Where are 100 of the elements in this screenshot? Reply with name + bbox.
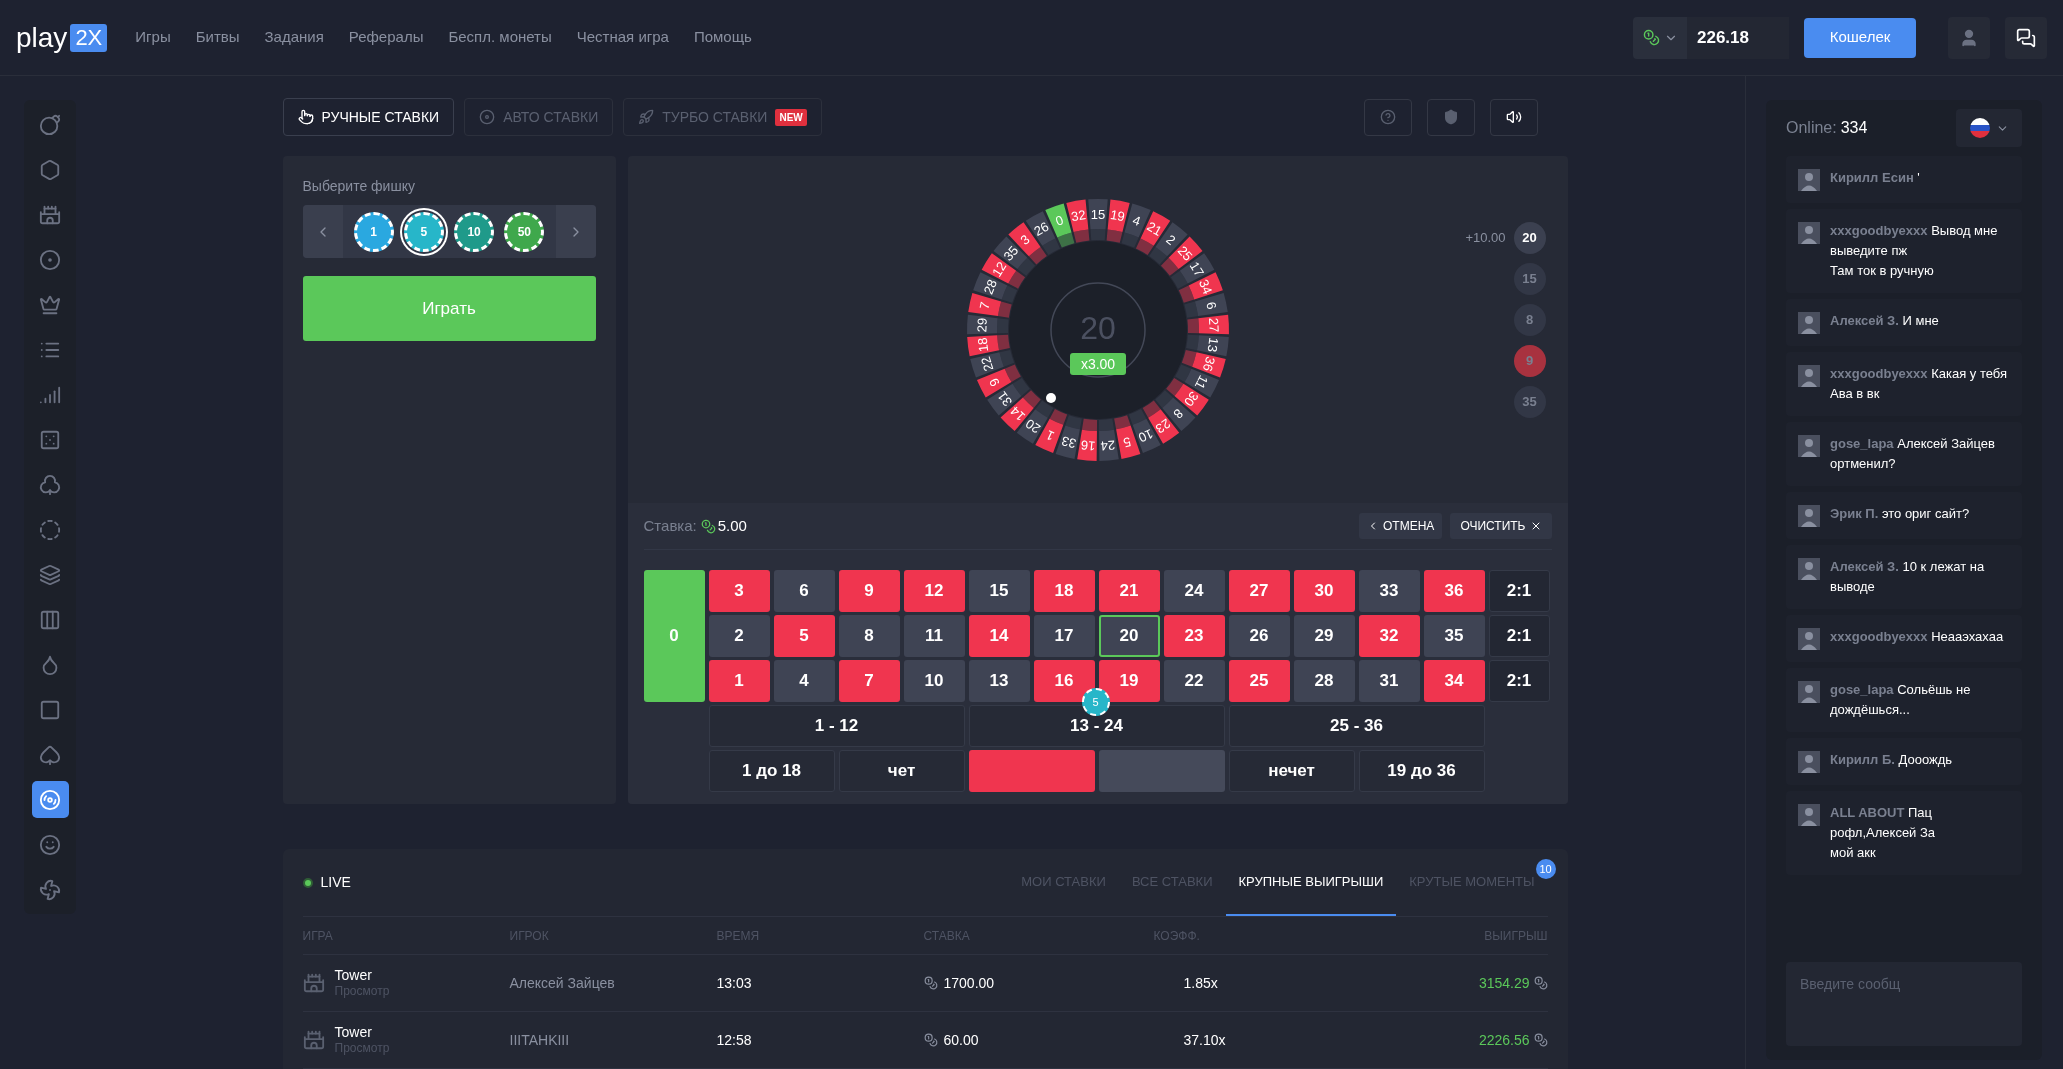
number-cell[interactable]: 29 (1293, 615, 1355, 657)
number-cell[interactable]: 2 (708, 615, 770, 657)
number-cell[interactable]: 25 (1228, 660, 1290, 702)
live-tab[interactable]: КРУПНЫЕ ВЫИГРЫШИ (1225, 849, 1397, 916)
wheel-number: 27 (1205, 317, 1222, 333)
number-cell[interactable]: 20 (1098, 615, 1160, 657)
clear-button[interactable]: ОЧИСТИТЬ (1450, 513, 1552, 539)
wheel-number: 4 (1130, 211, 1143, 229)
bet-cell-text: 60.00 (943, 1030, 979, 1050)
balance-amount: 226.18 (1687, 16, 1789, 59)
win-cell-text: 3154.29 (1478, 973, 1530, 993)
player-name: Алексей Зайцев (509, 973, 616, 993)
chip[interactable]: 1 (353, 211, 394, 252)
outside-bet-cell[interactable]: нечет (1228, 750, 1355, 792)
undo-button[interactable]: ОТМЕНА (1359, 513, 1443, 539)
bet-amount: 5.00 (717, 515, 747, 536)
wheel-number: 24 (1099, 437, 1116, 454)
wheel-number: 32 (1069, 206, 1087, 224)
number-cell[interactable]: 17 (1033, 615, 1095, 657)
nav-link[interactable]: Беспл. монеты (448, 26, 552, 49)
nav-link[interactable]: Задания (264, 26, 324, 49)
number-cell[interactable]: 10 (903, 660, 965, 702)
number-cell[interactable]: 21 (1098, 570, 1160, 612)
win-cell-text: 2226.56 (1478, 1030, 1530, 1050)
wallet-button[interactable]: Кошелек (1804, 17, 1916, 58)
history-result: 15 (1513, 263, 1546, 295)
number-cell[interactable]: 26 (1228, 615, 1290, 657)
number-cell[interactable]: 3 (708, 570, 770, 612)
number-cell[interactable]: 15 (968, 570, 1030, 612)
wheel-number: 16 (1079, 437, 1096, 454)
live-label: LIVE (320, 873, 351, 892)
logo-text: play (16, 23, 68, 52)
outside-bet-cell[interactable]: 19 до 36 (1358, 750, 1485, 792)
number-cell[interactable]: 14 (968, 615, 1030, 657)
number-cell[interactable]: 22 (1163, 660, 1225, 702)
wheel-number: 3 (1017, 231, 1033, 248)
bet-cell-text: 1700.00 (943, 973, 995, 993)
number-cell[interactable]: 23 (1163, 615, 1225, 657)
game-name: Tower (334, 1023, 373, 1042)
wheel-number: 19 (1108, 206, 1126, 224)
number-cell[interactable]: 11 (903, 615, 965, 657)
number-cell[interactable]: 13 (968, 660, 1030, 702)
mode-tab[interactable]: РУЧНЫЕ СТАВКИ (282, 98, 455, 136)
wheel-number: 31 (993, 388, 1015, 409)
column-bet-cell[interactable]: 2:1 (1488, 615, 1550, 657)
number-cell[interactable]: 8 (838, 615, 900, 657)
mode-tab[interactable]: ТУРБО СТАВКИ NEW (623, 98, 822, 136)
wheel-number: 21 (1144, 218, 1165, 239)
number-cell[interactable]: 27 (1228, 570, 1290, 612)
time-cell-text: 12:58 (716, 1030, 753, 1050)
number-cell[interactable]: 1 (708, 660, 770, 702)
number-cell[interactable]: 24 (1163, 570, 1225, 612)
number-cell[interactable]: 33 (1358, 570, 1420, 612)
nav-link[interactable]: Игры (135, 26, 171, 49)
number-cell[interactable]: 36 (1423, 570, 1485, 612)
outside-bet-cell[interactable]: чет (838, 750, 965, 792)
column-bet-cell[interactable]: 2:1 (1488, 570, 1550, 612)
number-cell[interactable]: 12 (903, 570, 965, 612)
game-name: Tower (334, 966, 373, 985)
new-badge: NEW (775, 108, 807, 126)
outside-bet-cell[interactable]: 1 до 18 (708, 750, 835, 792)
dozen-bet-cell[interactable]: 13 - 24 (968, 705, 1225, 747)
wheel-number: 0 (1052, 211, 1065, 229)
number-cell[interactable]: 19 (1098, 660, 1160, 702)
wheel-number: 9 (985, 375, 1003, 389)
nav-link[interactable]: Честная игра (576, 26, 669, 49)
column-bet-cell[interactable]: 2:1 (1488, 660, 1550, 702)
message-text: xxxgoodbyexxx Неааэхахаа (1830, 628, 2004, 646)
number-cell[interactable]: 4 (773, 660, 835, 702)
message-text: xxxgoodbyexxx Какая у тебя Ава в вк (1830, 365, 2009, 403)
dozen-bet-cell[interactable]: 1 - 12 (708, 705, 965, 747)
number-cell[interactable]: 30 (1293, 570, 1355, 612)
message-input[interactable]: Введите сообщ (1786, 962, 2022, 1046)
number-cell[interactable]: 31 (1358, 660, 1420, 702)
wheel-number: 12 (988, 258, 1009, 279)
history-result: 9 (1513, 345, 1546, 377)
wheel-number: 26 (1030, 218, 1051, 239)
dozen-bet-cell[interactable]: 25 - 36 (1228, 705, 1485, 747)
chip[interactable]: 10 (454, 211, 495, 252)
number-cell[interactable]: 6 (773, 570, 835, 612)
nav-link[interactable]: Битвы (195, 26, 240, 49)
wheel-number: 34 (1195, 276, 1215, 296)
nav-link[interactable]: Помощь (693, 26, 752, 49)
number-cell[interactable]: 32 (1358, 615, 1420, 657)
wheel-number: 22 (977, 354, 996, 373)
number-cell[interactable]: 7 (838, 660, 900, 702)
number-cell[interactable]: 9 (838, 570, 900, 612)
nav-link[interactable]: Рефералы (348, 26, 424, 49)
number-cell[interactable]: 5 (773, 615, 835, 657)
history-result: 20 (1513, 222, 1546, 254)
coefficient-cell-text: 37.10x (1182, 1030, 1227, 1050)
message-text: ALL ABOUT Пац рофл,Алексей За мой акк (1830, 804, 1936, 862)
number-cell[interactable]: 28 (1293, 660, 1355, 702)
chip[interactable]: 50 (504, 211, 545, 252)
coefficient-cell-text: 1.85x (1182, 973, 1219, 993)
online-label: Online: (1786, 118, 1837, 138)
number-cell[interactable]: 35 (1423, 615, 1485, 657)
number-cell[interactable]: 34 (1423, 660, 1485, 702)
number-cell[interactable]: 18 (1033, 570, 1095, 612)
message-text: Кирилл Есин ' (1830, 169, 1920, 187)
